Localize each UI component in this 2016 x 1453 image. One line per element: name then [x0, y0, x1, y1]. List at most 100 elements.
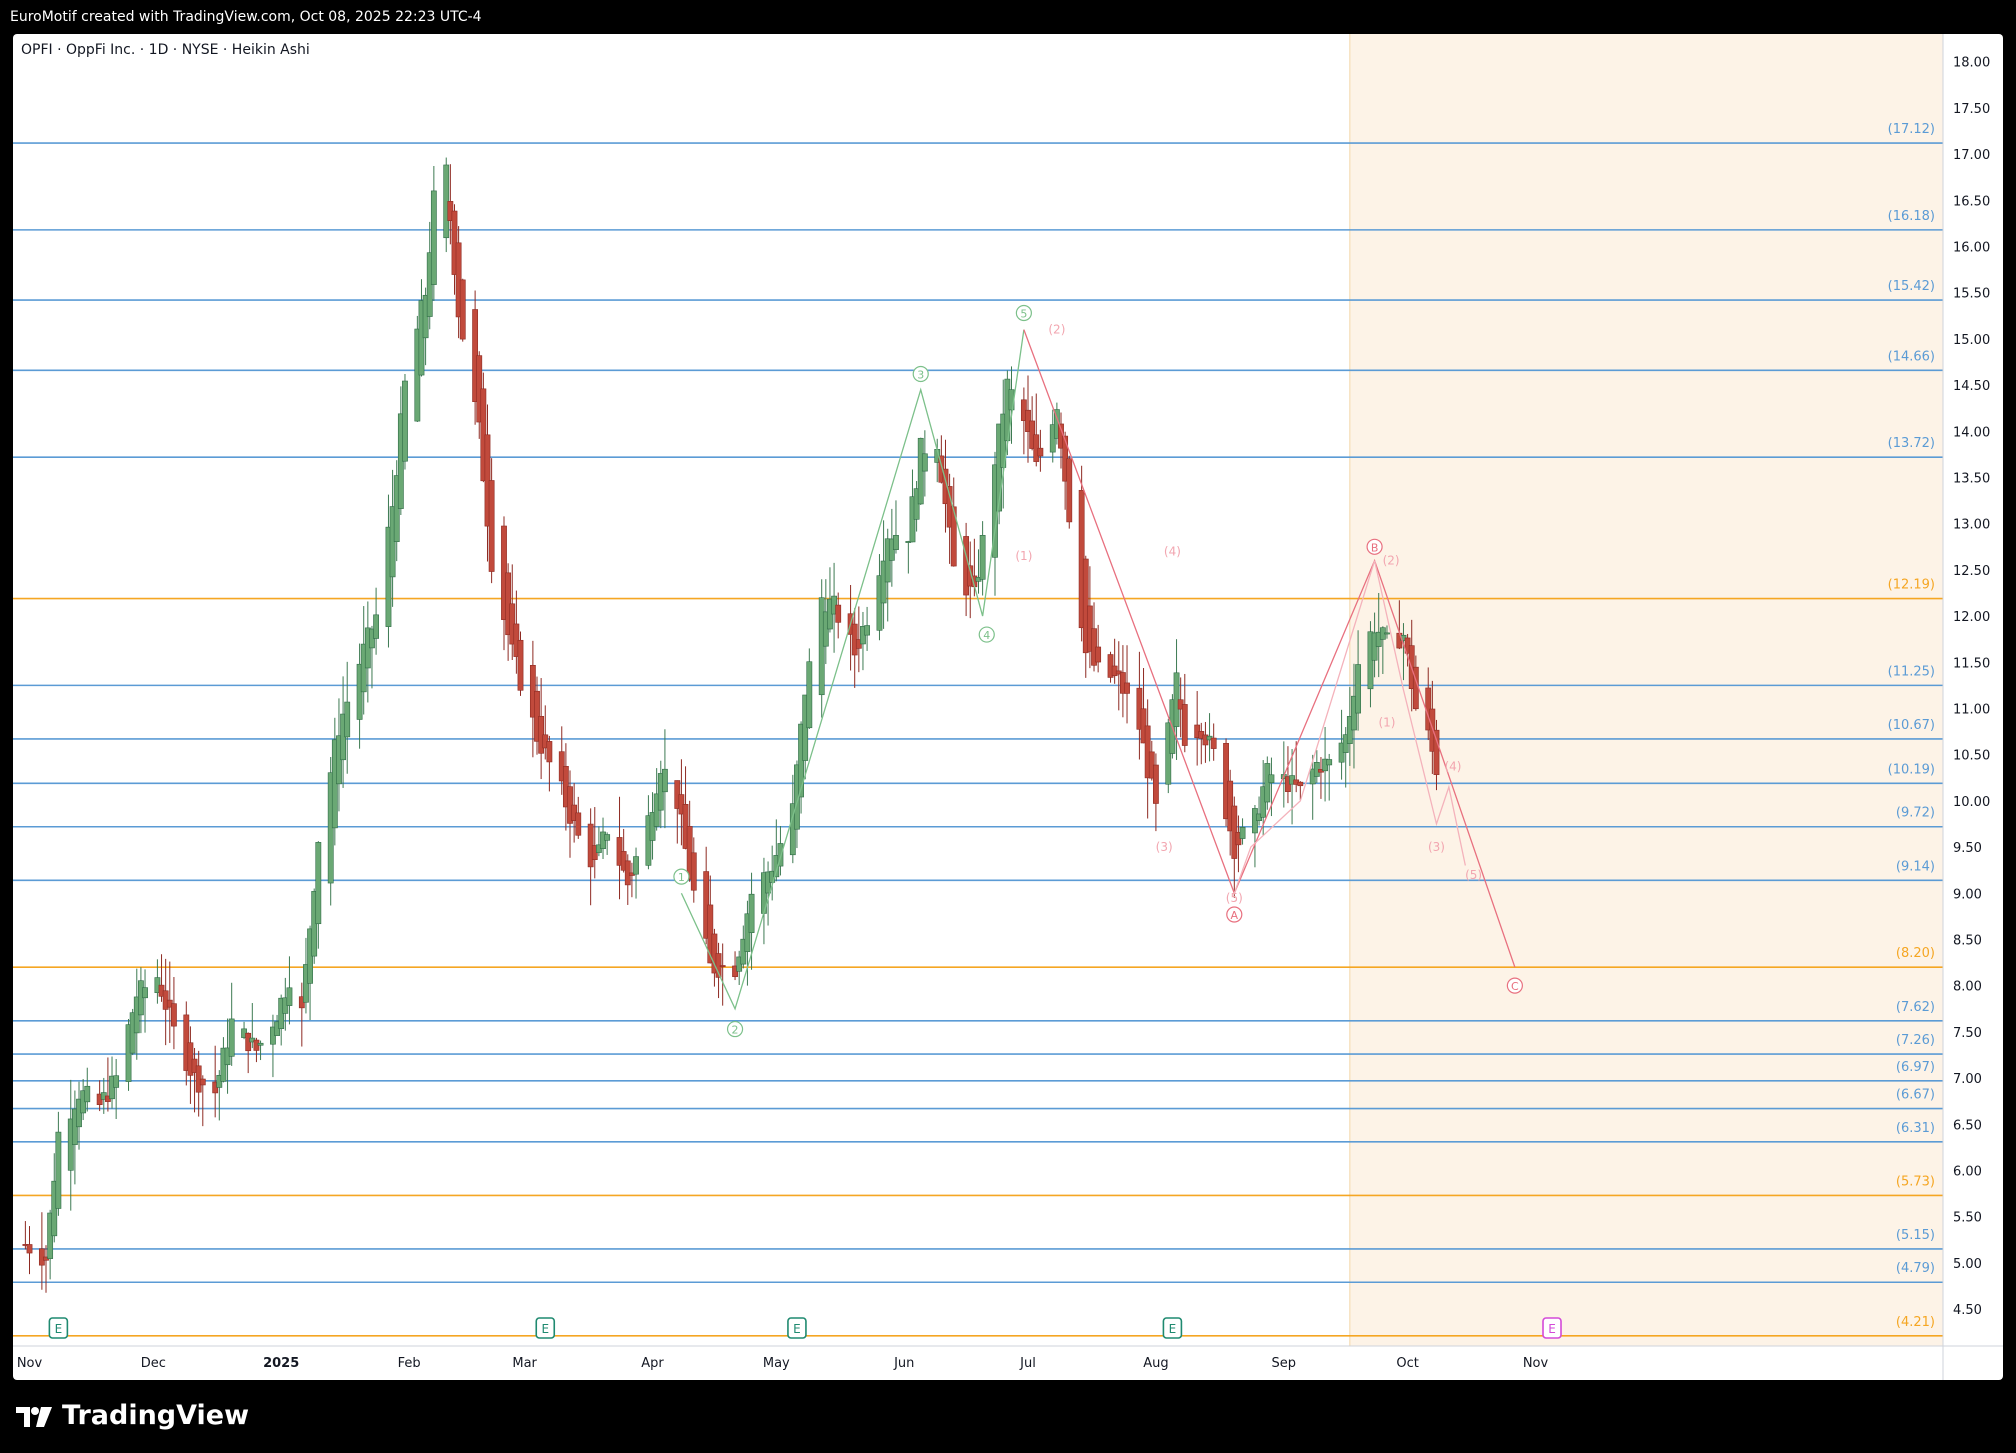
wave-label: (4) — [1164, 544, 1181, 558]
tradingview-logo-icon — [16, 1406, 52, 1427]
candle-down[interactable] — [719, 965, 726, 967]
level-label: (6.97) — [1896, 1060, 1935, 1075]
candle-up[interactable] — [286, 987, 293, 1006]
candle-up[interactable] — [864, 625, 870, 636]
chart-pane[interactable]: (17.12) (16.18) (15.42) (14.66) (13.72) (12.1… — [13, 34, 2003, 1380]
candle-up[interactable] — [1326, 759, 1333, 766]
symbol-legend: OPFI · OppFi Inc. · 1D · NYSE · Heikin A… — [21, 42, 310, 58]
price-tick-label: 7.50 — [1953, 1026, 1982, 1041]
forecast-shade — [1349, 34, 1943, 1346]
candle-up[interactable] — [748, 893, 755, 934]
time-tick-label: Nov — [1523, 1356, 1549, 1371]
candle-up[interactable] — [430, 190, 437, 285]
level-label: (5.73) — [1896, 1174, 1935, 1189]
candle-up[interactable] — [55, 1131, 62, 1209]
candle-down[interactable] — [1297, 781, 1304, 787]
level-label: (10.19) — [1888, 762, 1935, 777]
time-tick-label: Jun — [893, 1356, 914, 1371]
candle-up[interactable] — [893, 535, 899, 550]
candle-down[interactable] — [690, 852, 697, 891]
earnings-marker-label: E — [793, 1322, 801, 1336]
candle-up[interactable] — [806, 661, 813, 729]
price-tick-label: 14.50 — [1953, 379, 1990, 394]
wave-label: (5) — [1226, 891, 1243, 905]
level-label: (5.15) — [1896, 1228, 1935, 1243]
candle-down[interactable] — [488, 480, 495, 572]
level-label: (14.66) — [1888, 349, 1935, 364]
level-label: (10.67) — [1888, 718, 1935, 733]
time-tick-label: Dec — [141, 1356, 166, 1371]
wave-label: (5) — [1465, 868, 1482, 882]
wave-label: 1 — [678, 871, 685, 884]
price-tick-label: 18.00 — [1953, 56, 1990, 71]
candle-down[interactable] — [1066, 458, 1073, 523]
time-tick-label: Feb — [398, 1356, 421, 1371]
tradingview-brand[interactable]: TradingView — [14, 1400, 249, 1431]
candle-down[interactable] — [546, 741, 553, 763]
level-label: (17.12) — [1888, 122, 1935, 137]
candle-up[interactable] — [1384, 632, 1390, 635]
price-tick-label: 6.50 — [1953, 1118, 1982, 1133]
attribution-text: EuroMotif created with TradingView.com, … — [10, 9, 482, 25]
candle-down[interactable] — [1153, 764, 1159, 804]
earnings-marker-label: E — [1169, 1322, 1177, 1336]
level-label: (7.62) — [1896, 1000, 1935, 1015]
candle-up[interactable] — [113, 1075, 120, 1088]
price-chart[interactable]: (17.12) (16.18) (15.42) (14.66) (13.72) (12.1… — [13, 34, 2003, 1380]
candle-up[interactable] — [1355, 664, 1361, 714]
candle-up[interactable] — [979, 535, 986, 580]
candle-up[interactable] — [921, 453, 928, 472]
wave-label: C — [1511, 980, 1519, 993]
level-label: (13.72) — [1888, 436, 1935, 451]
candle-up[interactable] — [373, 614, 379, 639]
level-label: (11.25) — [1888, 664, 1935, 679]
price-tick-label: 10.00 — [1953, 795, 1990, 810]
candle-down[interactable] — [1095, 646, 1102, 663]
candle-up[interactable] — [662, 768, 668, 793]
candle-down[interactable] — [26, 1244, 33, 1254]
time-tick-label: Jul — [1019, 1356, 1036, 1371]
candle-down[interactable] — [171, 1003, 177, 1027]
price-tick-label: 5.50 — [1953, 1211, 1982, 1226]
brand-name: TradingView — [62, 1400, 250, 1431]
wave-label: (4) — [1444, 760, 1461, 774]
candle-down[interactable] — [1210, 737, 1217, 749]
wave-label: (3) — [1428, 840, 1445, 854]
price-tick-label: 8.50 — [1953, 933, 1982, 948]
candle-down[interactable] — [199, 1078, 206, 1086]
candle-down[interactable] — [1433, 729, 1440, 775]
candle-down[interactable] — [575, 812, 582, 836]
candle-up[interactable] — [315, 842, 322, 925]
candle-up[interactable] — [1239, 827, 1246, 839]
wave-label: A — [1231, 909, 1239, 922]
wave-label: (2) — [1048, 323, 1065, 337]
candle-up[interactable] — [1268, 774, 1275, 784]
level-label: (4.79) — [1896, 1261, 1935, 1276]
candle-down[interactable] — [1124, 682, 1130, 694]
candle-up[interactable] — [142, 987, 148, 999]
price-tick-label: 10.50 — [1953, 749, 1990, 764]
price-tick-label: 11.50 — [1953, 656, 1990, 671]
candle-up[interactable] — [228, 1018, 235, 1057]
price-tick-label: 15.00 — [1953, 333, 1990, 348]
candle-down[interactable] — [1037, 447, 1044, 457]
candle-down[interactable] — [459, 279, 466, 340]
candle-down[interactable] — [1181, 704, 1188, 746]
earnings-marker-label: E — [1548, 1322, 1556, 1336]
candle-up[interactable] — [84, 1085, 91, 1103]
candle-down[interactable] — [517, 639, 524, 691]
price-tick-label: 4.50 — [1953, 1303, 1982, 1318]
time-tick-label: Apr — [641, 1356, 664, 1371]
candle-down[interactable] — [835, 604, 842, 623]
wave-label: 3 — [917, 369, 924, 382]
candle-up[interactable] — [633, 856, 639, 875]
candle-up[interactable] — [257, 1042, 264, 1046]
level-label: (15.42) — [1888, 279, 1935, 294]
candle-up[interactable] — [604, 834, 611, 841]
wave-label: B — [1371, 541, 1379, 554]
wave-label: (1) — [1378, 715, 1395, 729]
candle-up[interactable] — [402, 380, 408, 462]
earnings-marker-label: E — [55, 1322, 63, 1336]
wave-label: 2 — [732, 1024, 739, 1037]
candle-up[interactable] — [344, 701, 351, 738]
